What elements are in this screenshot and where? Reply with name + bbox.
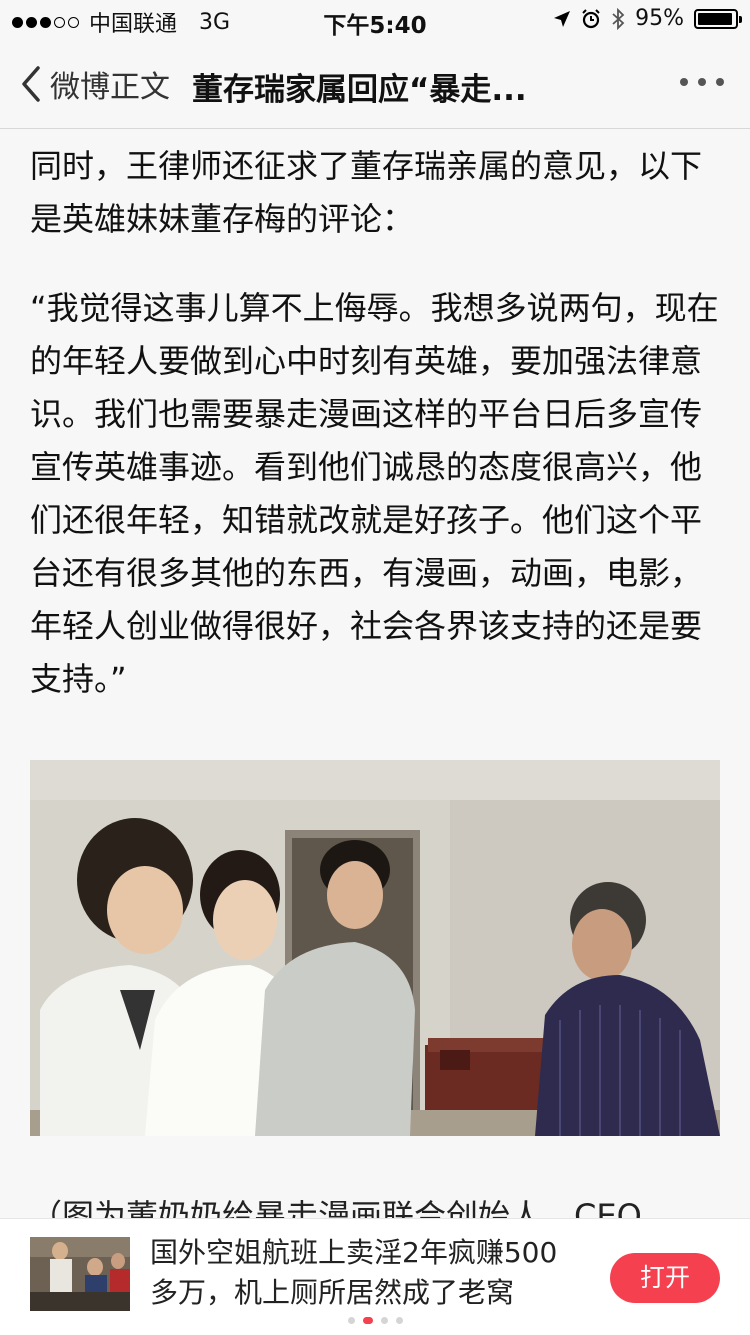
article-paragraph: “我觉得这事儿算不上侮辱。我想多说两句，现在的年轻人要做到心中时刻有英雄，要加强… — [30, 289, 719, 698]
thumbnail-illustration — [30, 1237, 130, 1311]
article-photo[interactable] — [30, 760, 720, 1136]
pagination-dot-active — [362, 1317, 373, 1324]
location-arrow-icon — [554, 10, 571, 27]
article-body: 同时，王律师还征求了董存瑞亲属的意见，以下是英雄妹妹董存梅的评论： “我觉得这事… — [30, 140, 722, 706]
page-title: 董存瑞家属回应“暴走... — [192, 72, 527, 108]
photo-illustration — [30, 760, 720, 1136]
more-dot-icon — [680, 78, 688, 86]
banner-headline[interactable]: 国外空姐航班上卖淫2年疯赚500多万，机上厕所居然成了老窝 — [150, 1233, 580, 1313]
navigation-bar: 微博正文 董存瑞家属回应“暴走... — [0, 40, 750, 129]
photo-caption-text: （图为董奶奶给暴走漫画联合创始人、CEO — [30, 1197, 642, 1218]
pagination-dot — [347, 1317, 355, 1324]
pagination-dot — [380, 1317, 388, 1324]
banner-pagination — [0, 1317, 750, 1324]
status-right: 95% — [553, 6, 742, 31]
more-dot-icon — [698, 78, 706, 86]
status-bar: 中国联通 3G 下午5:40 95% — [0, 0, 750, 40]
pagination-dot — [395, 1317, 403, 1324]
open-app-button[interactable]: 打开 — [610, 1253, 720, 1303]
more-options-button[interactable] — [680, 78, 724, 86]
back-button[interactable]: 微博正文 — [18, 62, 170, 106]
back-label: 微博正文 — [50, 70, 170, 105]
battery-icon — [694, 8, 742, 29]
article-paragraph: 同时，王律师还征求了董存瑞亲属的意见，以下是英雄妹妹董存梅的评论： — [30, 147, 703, 238]
photo-caption-cutoff: （图为董奶奶给暴走漫画联合创始人、CEO — [30, 1190, 722, 1218]
banner-thumbnail[interactable] — [30, 1237, 130, 1311]
bluetooth-icon — [612, 7, 625, 30]
chevron-left-icon — [22, 66, 40, 102]
alarm-clock-icon — [582, 8, 600, 28]
more-dot-icon — [716, 78, 724, 86]
battery-percentage: 95% — [635, 6, 684, 31]
recommendation-banner[interactable]: 国外空姐航班上卖淫2年疯赚500多万，机上厕所居然成了老窝 打开 — [0, 1218, 750, 1335]
